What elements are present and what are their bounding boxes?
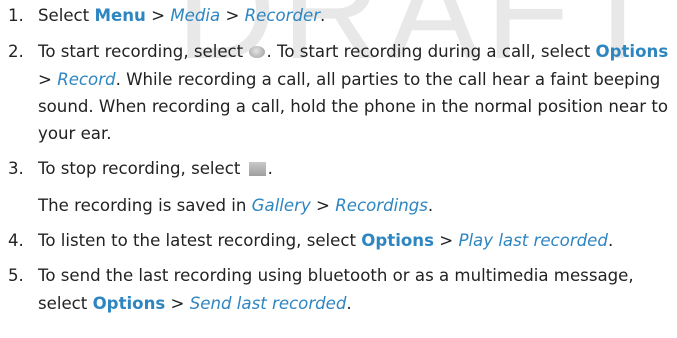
text: . While recording a call, all parties to… [38,69,669,144]
text: Select [38,6,95,25]
send-last-recorded-link[interactable]: Send last recorded [190,294,347,313]
text: . [320,6,326,25]
options-keyword: Options [595,42,669,62]
text: . [267,159,273,179]
step-3-note: The recording is saved in Gallery > Reco… [38,192,673,219]
text: . [427,195,434,215]
text: . [607,231,614,251]
step-text: To send the last recording using bluetoo… [38,262,673,317]
separator: > [220,6,245,25]
text: To stop recording, select [38,159,246,179]
step-text: To stop recording, select . [38,155,673,182]
gallery-path-link[interactable]: Gallery [252,196,311,215]
record-circle-icon [249,46,266,59]
recordings-path-link[interactable]: Recordings [335,196,428,215]
play-last-recorded-link[interactable]: Play last recorded [458,231,608,250]
media-path-link[interactable]: Media [170,6,220,25]
separator: > [145,6,171,25]
stop-square-icon [248,162,266,177]
text: To start recording, select [38,42,249,62]
separator: > [310,195,336,215]
step-text: To listen to the latest recording, selec… [38,227,673,254]
text: . [346,293,352,313]
options-keyword: Options [361,231,434,251]
step-2: 2. To start recording, select . To start… [8,38,673,147]
step-4: 4. To listen to the latest recording, se… [8,227,673,254]
separator: > [165,293,190,313]
recorder-path-link[interactable]: Recorder [245,6,320,25]
separator: > [38,69,58,89]
step-text: To start recording, select . To start re… [38,38,673,147]
text: The recording is saved in [38,195,252,215]
instructions-list: 1. Select Menu > Media > Recorder. 2. To… [0,0,673,317]
step-number: 1. [8,6,24,25]
options-keyword: Options [92,293,166,313]
step-number: 5. [8,266,24,286]
text: . To start recording during a call, sele… [266,42,596,62]
step-number: 4. [8,231,24,251]
step-number: 2. [8,42,24,62]
menu-keyword: Menu [94,6,146,25]
separator: > [433,231,459,251]
step-5: 5. To send the last recording using blue… [8,262,673,317]
step-text: Select Menu > Media > Recorder. [38,2,673,29]
text: To listen to the latest recording, selec… [38,231,362,251]
step-3: 3. To stop recording, select . [8,155,673,182]
step-1: 1. Select Menu > Media > Recorder. [8,2,673,29]
step-number: 3. [8,159,24,179]
record-path-link[interactable]: Record [57,70,115,89]
